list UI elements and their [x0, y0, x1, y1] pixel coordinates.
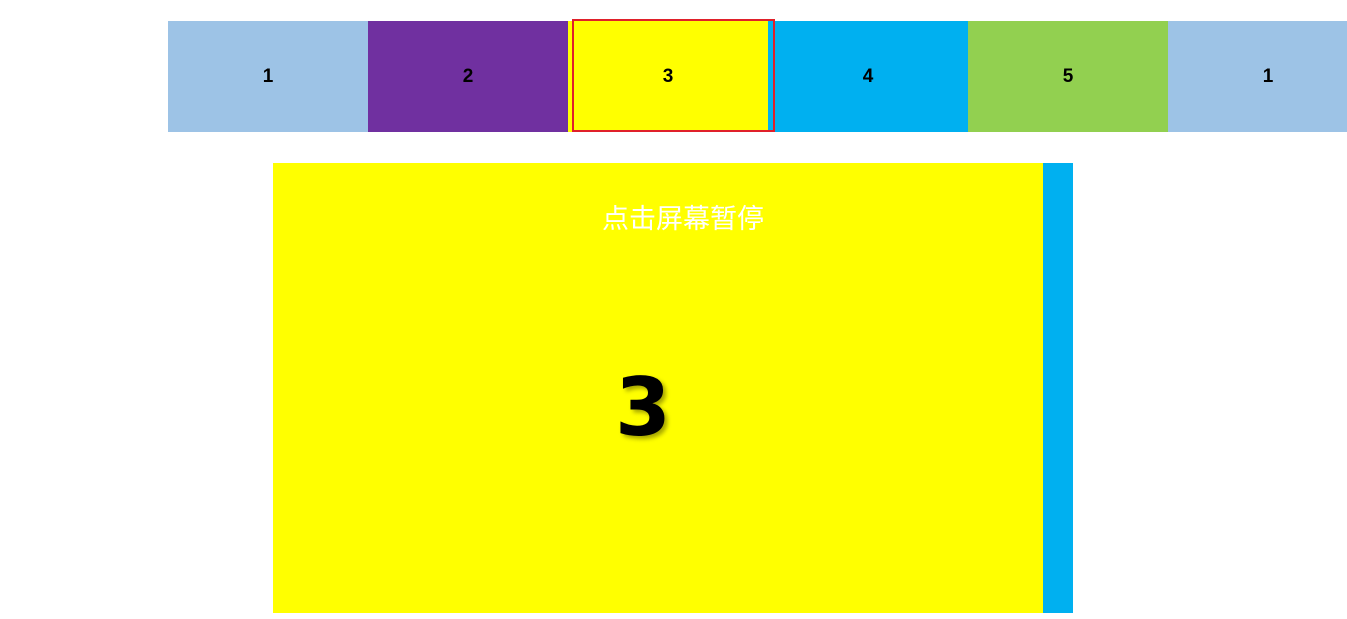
thumbnail-label: 1	[262, 65, 274, 87]
thumbnail-1[interactable]: 1	[168, 21, 368, 132]
thumbnail-5[interactable]: 5	[968, 21, 1168, 132]
thumbnail-label: 2	[462, 65, 474, 87]
slide-thumbnail-strip: 1 2 3 4 5 1	[168, 21, 1347, 132]
thumbnail-label: 3	[662, 65, 674, 87]
thumbnail-label: 5	[1062, 65, 1074, 87]
thumbnail-label: 4	[862, 65, 874, 87]
thumbnail-4[interactable]: 4	[768, 21, 968, 132]
pause-hint-text: 点击屏幕暂停	[602, 204, 764, 235]
thumbnail-label: 1	[1262, 65, 1274, 87]
slideshow-stage[interactable]: 点击屏幕暂停 3	[273, 163, 1073, 613]
thumbnail-6[interactable]: 1	[1168, 21, 1347, 132]
thumbnail-3[interactable]: 3	[568, 21, 768, 132]
thumbnail-2[interactable]: 2	[368, 21, 568, 132]
current-slide-number: 3	[615, 361, 671, 454]
